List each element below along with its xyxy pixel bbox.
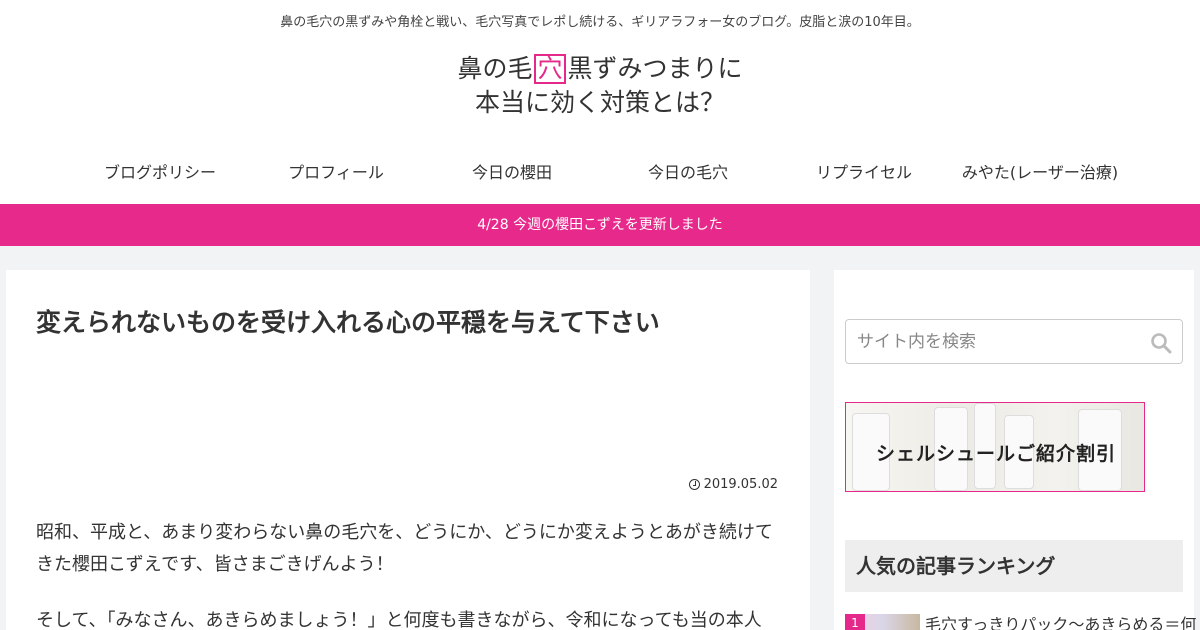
site-tagline: 鼻の毛穴の黒ずみや角栓と戦い、毛穴写真でレポし続ける、ギリアラフォー女のブログ。… (280, 15, 920, 30)
logo-boxed-char: 穴 (534, 54, 566, 84)
article-date-text: 2019.05.02 (703, 477, 778, 492)
cherchouer-banner[interactable]: シェルシュールご紹介割引 (845, 402, 1145, 492)
notice-bar[interactable]: 4/28 今週の櫻田こずえを更新しました (0, 204, 1200, 246)
article-body: 昭和、平成と、あまり変わらない鼻の毛穴を、どうにか、どうにか変えようとあがき続け… (36, 517, 780, 630)
search-icon[interactable] (1150, 332, 1172, 354)
site-logo[interactable]: 鼻の毛穴黒ずみつまりに 本当に効く対策とは？ (0, 52, 1200, 120)
ranking-heading: 人気の記事ランキング (845, 540, 1183, 592)
article-main: 変えられないものを受け入れる心の平穏を与えて下さい 2019.05.02 昭和、… (6, 270, 810, 630)
site-header: 鼻の毛穴の黒ずみや角栓と戦い、毛穴写真でレポし続ける、ギリアラフォー女のブログ。… (0, 0, 1200, 204)
article-date: 2019.05.02 (688, 477, 778, 492)
banner-text: シェルシュールご紹介割引 (875, 443, 1116, 465)
global-nav: ブログポリシー プロフィール 今日の櫻田 今日の毛穴 リプライセル みやた(レー… (72, 150, 1128, 196)
nav-item-miyata[interactable]: みやた(レーザー治療) (952, 150, 1128, 196)
logo-text-after: 黒ずみつまりに (567, 54, 743, 83)
search-box (845, 319, 1183, 364)
article-title: 変えられないものを受け入れる心の平穏を与えて下さい (36, 308, 660, 337)
logo-line-1: 鼻の毛穴黒ずみつまりに (0, 52, 1200, 86)
sidebar: シェルシュールご紹介割引 人気の記事ランキング 1 毛穴すっきりパック〜あきらめ… (834, 270, 1196, 630)
search-input[interactable] (846, 320, 1136, 363)
clock-icon (688, 479, 700, 490)
article-paragraph: 昭和、平成と、あまり変わらない鼻の毛穴を、どうにか、どうにか変えようとあがき続け… (36, 522, 773, 575)
article-paragraph: そして、「みなさん、あきらめましょう！」と何度も書きながら、令和になっても当の本… (36, 610, 762, 630)
nav-item-replicell[interactable]: リプライセル (776, 150, 952, 196)
logo-line-2: 本当に効く対策とは？ (474, 88, 725, 117)
ranking-item[interactable]: 1 毛穴すっきりパック〜あきらめる＝何 (845, 614, 1196, 630)
nav-item-profile[interactable]: プロフィール (248, 150, 424, 196)
nav-item-today-sakurada[interactable]: 今日の櫻田 (424, 150, 600, 196)
nav-item-today-pores[interactable]: 今日の毛穴 (600, 150, 776, 196)
ranking-number: 1 (845, 614, 865, 630)
logo-text-before: 鼻の毛 (457, 54, 533, 83)
ranking-title: 毛穴すっきりパック〜あきらめる＝何 (925, 615, 1197, 630)
nav-item-blog-policy[interactable]: ブログポリシー (72, 150, 248, 196)
